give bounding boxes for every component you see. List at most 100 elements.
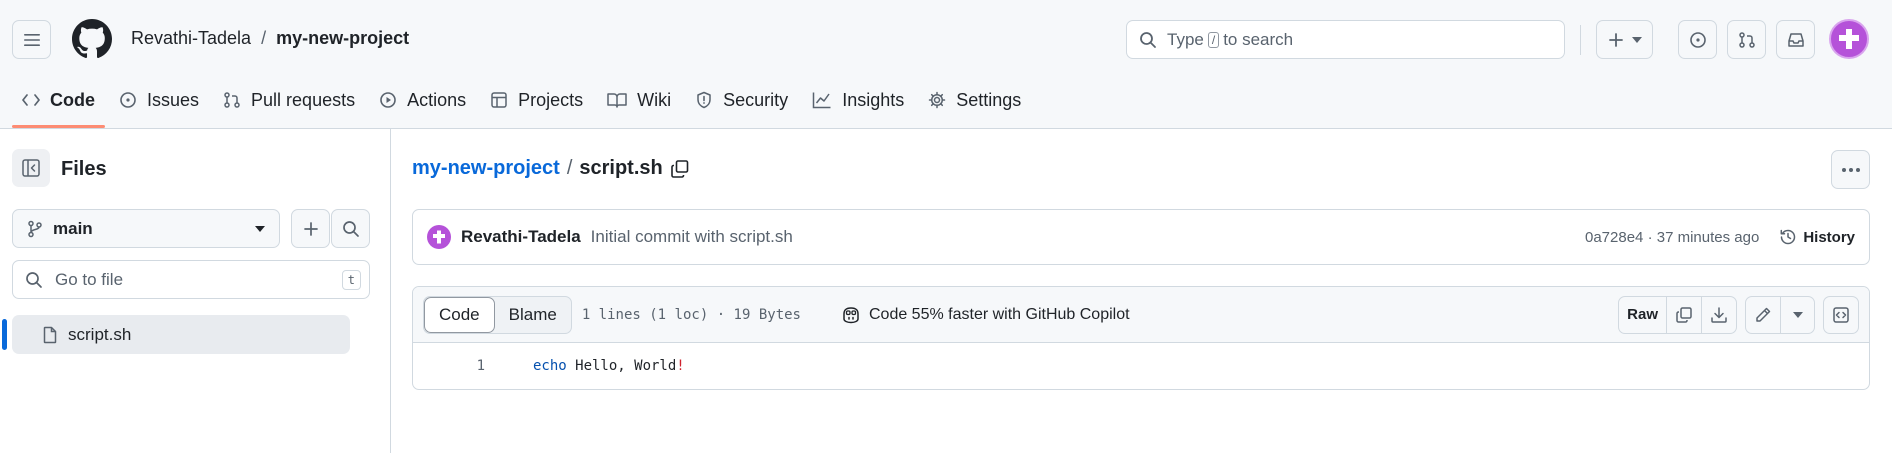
commit-info: 0a728e4 · 37 minutes ago <box>1585 229 1759 246</box>
go-to-file-shortcut: t <box>341 270 361 290</box>
code-text: Hello, World <box>566 358 677 374</box>
collapse-file-tree-button[interactable] <box>12 149 50 187</box>
commit-hash[interactable]: 0a728e4 <box>1585 229 1643 246</box>
commit-time: 37 minutes ago <box>1656 228 1760 246</box>
tree-item-label: script.sh <box>68 324 132 344</box>
history-label: History <box>1803 228 1855 246</box>
tab-actions[interactable]: Actions <box>367 80 478 120</box>
tab-label: Pull requests <box>251 89 356 110</box>
search-icon <box>1140 31 1156 48</box>
file-stats: 1 lines (1 loc) · 19 Bytes <box>581 306 801 323</box>
download-icon <box>1711 306 1727 323</box>
code-viewer-toolbar: Code Blame 1 lines (1 loc) · 19 Bytes Co… <box>413 287 1869 343</box>
code-keyword: echo <box>533 358 567 374</box>
branch-selector[interactable]: main <box>12 209 280 248</box>
book-icon <box>607 93 627 108</box>
tab-projects[interactable]: Projects <box>478 80 595 120</box>
commit-message[interactable]: Initial commit with script.sh <box>591 227 793 247</box>
copy-raw-button[interactable] <box>1666 296 1701 333</box>
line-content: echo Hello, World! <box>533 358 685 374</box>
edit-button-group <box>1745 295 1815 334</box>
identicon-icon <box>433 230 445 244</box>
code-viewer: Code Blame 1 lines (1 loc) · 19 Bytes Co… <box>412 286 1870 390</box>
latest-commit-bar: Revathi-Tadela Initial commit with scrip… <box>412 209 1870 265</box>
search-shortcut-key: / <box>1207 31 1220 48</box>
git-branch-icon <box>28 220 42 237</box>
raw-button[interactable]: Raw <box>1619 297 1666 333</box>
symbols-button-group <box>1823 295 1859 334</box>
line-number[interactable]: 1 <box>413 358 485 374</box>
history-icon <box>1780 229 1796 245</box>
search-files-button[interactable] <box>331 209 370 248</box>
tab-insights[interactable]: Insights <box>800 80 916 120</box>
tab-issues[interactable]: Issues <box>107 80 211 120</box>
search-icon <box>342 220 359 237</box>
github-logo-icon[interactable] <box>72 19 112 59</box>
user-avatar[interactable] <box>1829 19 1869 59</box>
go-to-file-placeholder: Go to file <box>55 269 124 289</box>
download-raw-button[interactable] <box>1701 296 1736 333</box>
symbols-panel-button[interactable] <box>1824 297 1858 333</box>
commit-author-avatar[interactable] <box>427 225 451 249</box>
code-punctuation: ! <box>676 358 685 374</box>
shield-icon <box>697 91 711 109</box>
edit-options-dropdown[interactable] <box>1780 296 1814 333</box>
pencil-icon <box>1756 307 1771 322</box>
search-placeholder-prefix: Type <box>1167 29 1204 49</box>
pull-request-icon <box>224 92 240 108</box>
repo-link[interactable]: my-new-project <box>276 28 409 49</box>
tab-wiki[interactable]: Wiki <box>595 80 683 120</box>
blame-view-tab[interactable]: Blame <box>495 297 571 333</box>
tree-item-script-sh[interactable]: script.sh <box>12 315 350 354</box>
file-icon <box>43 326 57 343</box>
code-view-tab[interactable]: Code <box>424 296 495 333</box>
history-button[interactable]: History <box>1779 228 1855 246</box>
tab-code[interactable]: Code <box>10 80 107 128</box>
pull-requests-button[interactable] <box>1727 20 1766 59</box>
repo-tabs: Code Issues Pull requests Actions Projec… <box>10 80 1033 128</box>
tab-settings[interactable]: Settings <box>916 80 1033 120</box>
code-square-icon <box>1833 306 1849 323</box>
inbox-button[interactable] <box>1776 20 1815 59</box>
breadcrumb-file-name: script.sh <box>579 157 663 179</box>
breadcrumb-repo-link[interactable]: my-new-project <box>412 157 560 180</box>
app-header: Revathi-Tadela / my-new-project Type / t… <box>0 0 1892 129</box>
plus-icon <box>303 221 318 236</box>
add-file-button[interactable] <box>291 209 330 248</box>
file-tree-panel: Files main Go to file t script.sh <box>0 129 391 453</box>
raw-copy-download-group: Raw <box>1618 295 1737 334</box>
menu-button[interactable] <box>12 20 51 59</box>
tab-security[interactable]: Security <box>683 80 800 120</box>
search-placeholder-suffix: to search <box>1223 29 1294 49</box>
issues-button[interactable] <box>1678 20 1717 59</box>
create-new-button[interactable] <box>1596 20 1653 59</box>
selected-indicator <box>2 319 7 350</box>
tab-label: Insights <box>842 89 905 110</box>
tab-label: Issues <box>147 89 200 110</box>
tab-label: Security <box>723 89 789 110</box>
breadcrumb-separator: / <box>566 157 573 179</box>
hamburger-icon <box>23 33 40 46</box>
copilot-promo-text: Code 55% faster with GitHub Copilot <box>868 305 1130 323</box>
tab-label: Actions <box>407 89 467 110</box>
more-options-button[interactable] <box>1831 150 1870 189</box>
copilot-promo-link[interactable]: Code 55% faster with GitHub Copilot <box>841 306 1130 324</box>
tab-label: Code <box>50 89 95 110</box>
copy-path-icon[interactable] <box>670 159 690 179</box>
tab-pull-requests[interactable]: Pull requests <box>211 80 367 120</box>
branch-name: main <box>53 218 93 238</box>
edit-file-button[interactable] <box>1746 297 1780 333</box>
search-input[interactable]: Type / to search <box>1126 20 1565 59</box>
tab-label: Projects <box>518 89 584 110</box>
caret-down-icon <box>1792 311 1803 318</box>
go-to-file-input[interactable]: Go to file t <box>12 260 370 299</box>
copy-icon <box>1676 306 1692 323</box>
identicon-icon <box>1839 29 1859 49</box>
commit-dot: · <box>1647 228 1653 246</box>
commit-meta: 0a728e4 · 37 minutes ago History <box>1585 228 1855 246</box>
owner-link[interactable]: Revathi-Tadela <box>131 28 251 49</box>
breadcrumb-separator: / <box>261 28 267 48</box>
caret-down-icon <box>1631 36 1642 43</box>
tab-label: Wiki <box>637 89 672 110</box>
commit-author[interactable]: Revathi-Tadela <box>461 227 581 247</box>
